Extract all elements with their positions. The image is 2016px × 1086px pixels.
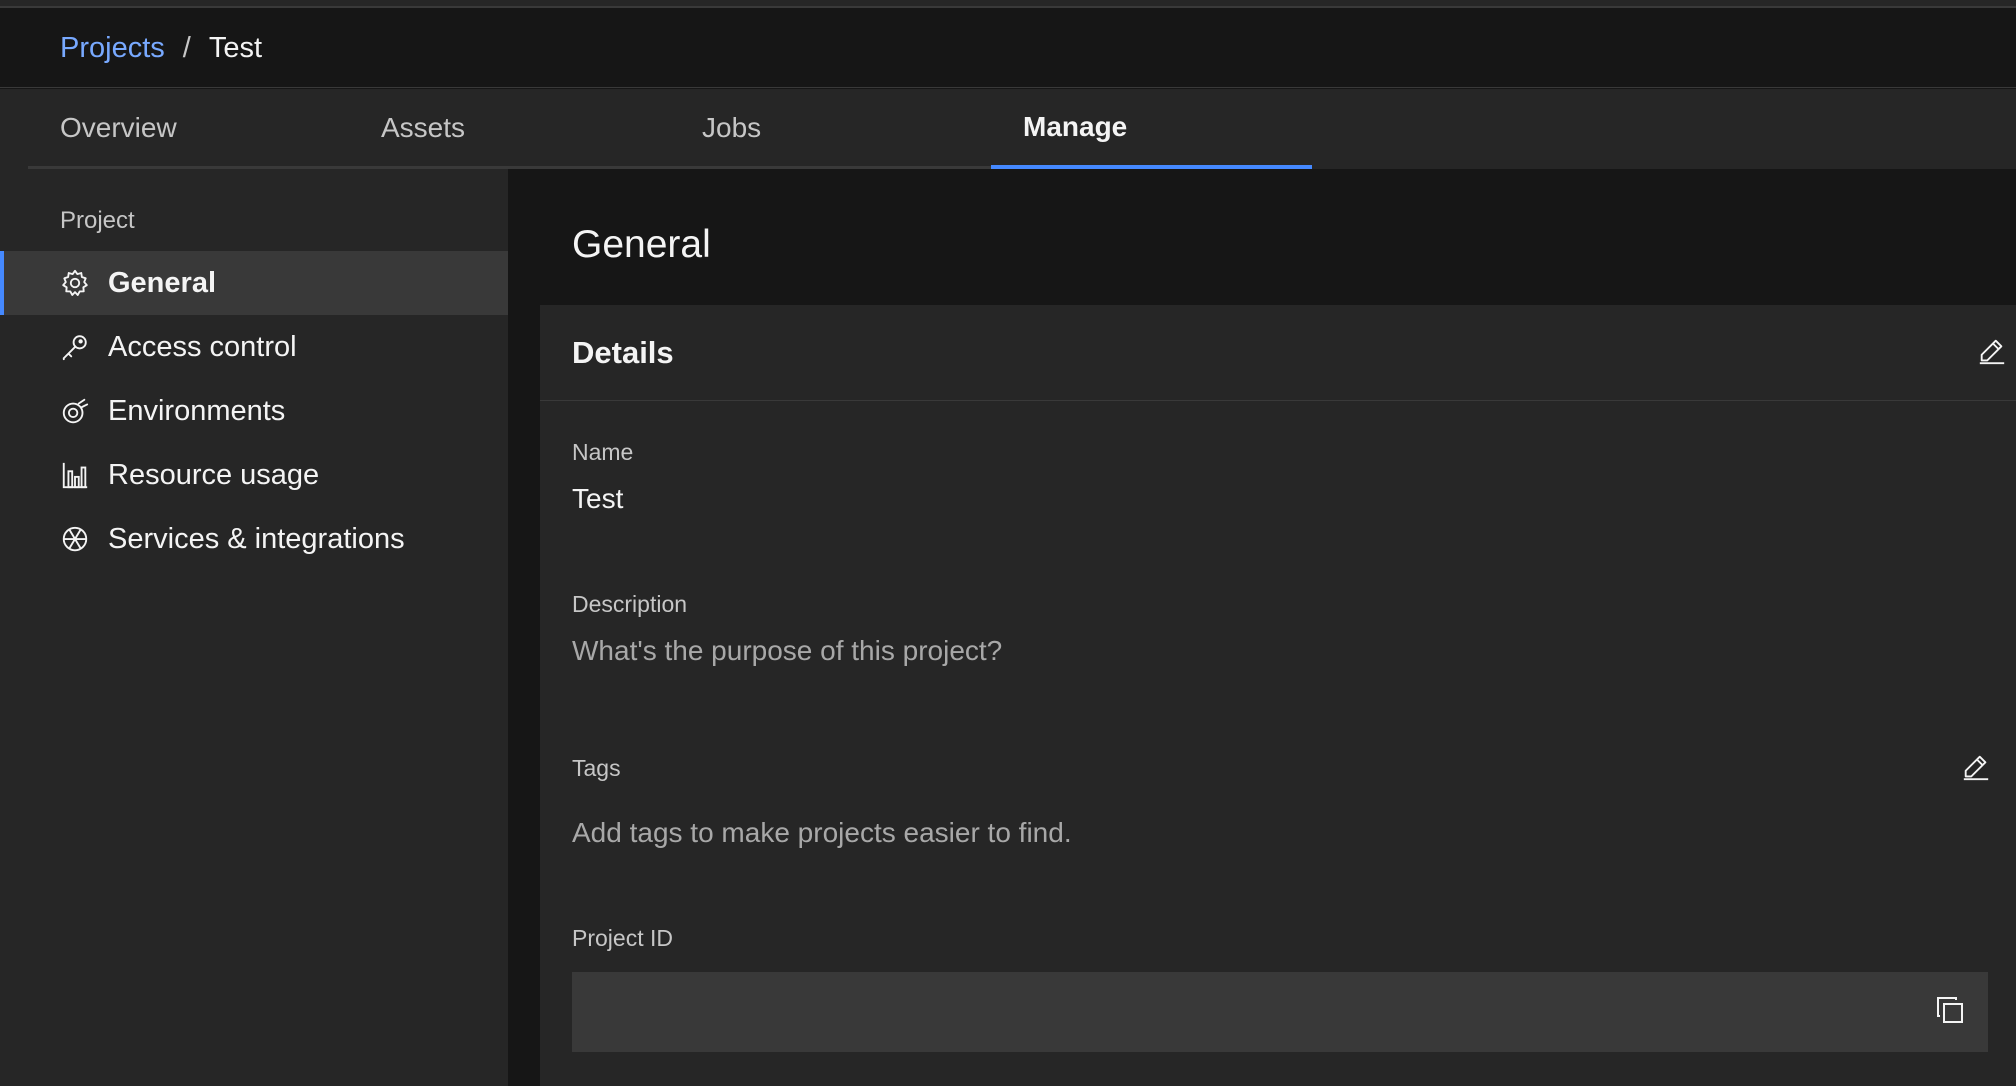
page-title: General	[572, 223, 711, 266]
environment-icon	[60, 396, 90, 426]
sidebar-item-label: Resource usage	[108, 458, 320, 491]
key-icon	[60, 332, 90, 362]
sidebar-item-label: General	[108, 266, 216, 299]
edit-tags-button[interactable]	[1958, 751, 1994, 787]
copy-icon	[1934, 994, 1966, 1031]
sidebar-item-label: Services & integrations	[108, 522, 405, 555]
sidebar-item-resource-usage[interactable]: Resource usage	[0, 443, 508, 507]
name-label: Name	[572, 439, 634, 465]
tags-placeholder[interactable]: Add tags to make projects easier to find…	[572, 817, 1072, 849]
description-placeholder[interactable]: What's the purpose of this project?	[572, 635, 1002, 667]
breadcrumb: Projects / Test	[0, 10, 2016, 88]
sidebar-item-environments[interactable]: Environments	[0, 379, 508, 443]
pencil-icon	[1977, 336, 2007, 371]
tab-assets[interactable]: Assets	[349, 89, 670, 169]
copy-button[interactable]	[1930, 992, 1970, 1032]
sidebar-list: General Access control Environments Reso…	[0, 251, 508, 571]
description-label: Description	[572, 591, 688, 617]
tab-manage[interactable]: Manage	[991, 89, 1312, 169]
sidebar: Project General Access control Environme…	[0, 169, 508, 1086]
breadcrumb-projects-link[interactable]: Projects	[60, 32, 165, 65]
details-card: Details Name Test Description What's the…	[540, 305, 2016, 1086]
top-strip	[0, 0, 2016, 8]
edit-details-button[interactable]	[1974, 335, 2010, 371]
project-id-field[interactable]	[572, 972, 1988, 1052]
details-title: Details	[572, 335, 674, 370]
tab-overview[interactable]: Overview	[28, 89, 349, 169]
main-content: General Details Name Test Description Wh…	[508, 169, 2016, 1086]
sidebar-item-access-control[interactable]: Access control	[0, 315, 508, 379]
project-id-label: Project ID	[572, 925, 673, 951]
details-card-header: Details	[540, 305, 2016, 401]
tab-jobs[interactable]: Jobs	[670, 89, 991, 169]
sidebar-item-services-integrations[interactable]: Services & integrations	[0, 507, 508, 571]
breadcrumb-current: Test	[208, 32, 263, 64]
sidebar-item-label: Environments	[108, 394, 286, 427]
pencil-icon	[1961, 752, 1991, 787]
bar-chart-icon	[60, 460, 90, 490]
tags-label: Tags	[572, 755, 621, 781]
name-value: Test	[572, 483, 624, 514]
sidebar-item-label: Access control	[108, 330, 297, 363]
sidebar-item-general[interactable]: General	[0, 251, 508, 315]
gear-icon	[60, 268, 90, 298]
breadcrumb-separator: /	[182, 32, 191, 64]
integrations-icon	[60, 524, 90, 554]
sidebar-heading: Project	[60, 207, 135, 234]
tab-bar: Overview Assets Jobs Manage	[0, 89, 2016, 169]
